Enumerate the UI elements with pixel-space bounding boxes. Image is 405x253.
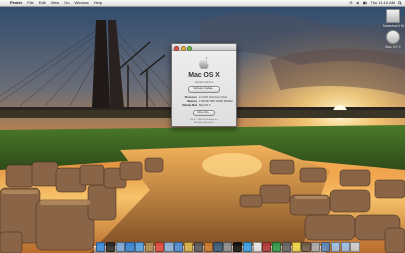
about-this-mac-window: Mac OS X Version 10.6.4 Software Update.… [171, 43, 237, 127]
terminal-icon[interactable] [232, 242, 243, 252]
trash-icon[interactable] [350, 242, 360, 252]
activity-icon[interactable] [272, 242, 282, 252]
menu-edit[interactable]: Edit [39, 0, 46, 6]
app-store-icon[interactable] [242, 242, 252, 252]
finder-icon[interactable] [96, 242, 106, 252]
address-book-icon[interactable] [144, 242, 155, 252]
chat-icon[interactable] [135, 242, 145, 252]
copyright-line-2: All Rights Reserved. [194, 122, 214, 124]
image-capture-icon[interactable] [320, 242, 331, 252]
calendar-icon[interactable] [154, 242, 164, 252]
close-button[interactable] [174, 45, 179, 51]
preview-icon[interactable] [164, 242, 174, 252]
note-icon[interactable] [291, 242, 301, 252]
wifi-icon[interactable] [349, 1, 354, 5]
menu-clock[interactable]: Thu 11:10 AM [370, 0, 395, 6]
startup-disk-row: Startup Disk Mac OS X [172, 104, 236, 108]
apple-logo-icon [199, 56, 209, 69]
minimize-button[interactable] [180, 45, 186, 51]
window-titlebar[interactable] [172, 44, 236, 51]
dock-items [96, 242, 360, 252]
menu-bar: Finder File Edit View Go Window Help Thu… [0, 0, 405, 7]
os-name: Mac OS X [188, 72, 220, 79]
time-machine-icon[interactable] [213, 242, 223, 252]
chess-icon[interactable] [301, 242, 311, 252]
battery-icon[interactable] [363, 1, 368, 5]
status-area: Thu 11:10 AM [349, 0, 402, 6]
font-icon[interactable] [311, 242, 321, 252]
menu-view[interactable]: View [51, 0, 60, 6]
dashboard-icon[interactable] [105, 242, 115, 252]
startup-disk-value: Mac OS X [199, 103, 211, 107]
menu-go[interactable]: Go [64, 0, 69, 6]
menu-list: Finder File Edit View Go Window Help [10, 0, 102, 6]
spotlight-search-icon[interactable] [398, 1, 402, 5]
desktop: Finder File Edit View Go Window Help Thu… [0, 0, 405, 253]
software-update-button[interactable]: Software Update... [188, 86, 220, 93]
downloads-folder-icon[interactable] [330, 242, 340, 252]
startup-disk-label: Startup Disk [182, 103, 197, 107]
menu-window[interactable]: Window [75, 0, 89, 6]
desktop-icon-mac-os-x[interactable]: Mac OS X [383, 30, 403, 49]
copyright-text: TM & © 1983-2010 Apple Inc. All Rights R… [172, 119, 236, 125]
safari-icon[interactable] [125, 242, 135, 252]
mail-icon[interactable] [115, 242, 125, 252]
system-info: Processor 2.4 GHz Intel Core 2 Duo Memor… [172, 96, 236, 108]
desktop-icon-label: Mac OS X [385, 45, 401, 49]
photo-icon[interactable] [184, 242, 194, 252]
camera-icon[interactable] [262, 242, 272, 252]
menu-finder[interactable]: Finder [10, 0, 22, 6]
more-info-button[interactable]: More Info... [193, 109, 215, 116]
menu-file[interactable]: File [27, 0, 33, 6]
text-edit-icon[interactable] [252, 242, 262, 252]
disk-icon [386, 30, 400, 44]
dock [94, 241, 360, 253]
hard-drive-icon [386, 9, 400, 23]
os-version: Version 10.6.4 [195, 80, 213, 84]
music-icon[interactable] [174, 242, 184, 252]
documents-folder-icon[interactable] [340, 242, 350, 252]
menu-help[interactable]: Help [94, 0, 102, 6]
calculator-icon[interactable] [281, 242, 292, 252]
zoom-button[interactable] [187, 45, 192, 51]
desktop-icon-macintosh-hd[interactable]: Macintosh HD [383, 9, 405, 28]
volume-icon[interactable] [356, 1, 360, 5]
desktop-icon-label: Macintosh HD [383, 24, 405, 28]
movie-icon[interactable] [193, 242, 203, 252]
guitar-icon[interactable] [203, 242, 213, 252]
gear-icon[interactable] [223, 242, 233, 252]
